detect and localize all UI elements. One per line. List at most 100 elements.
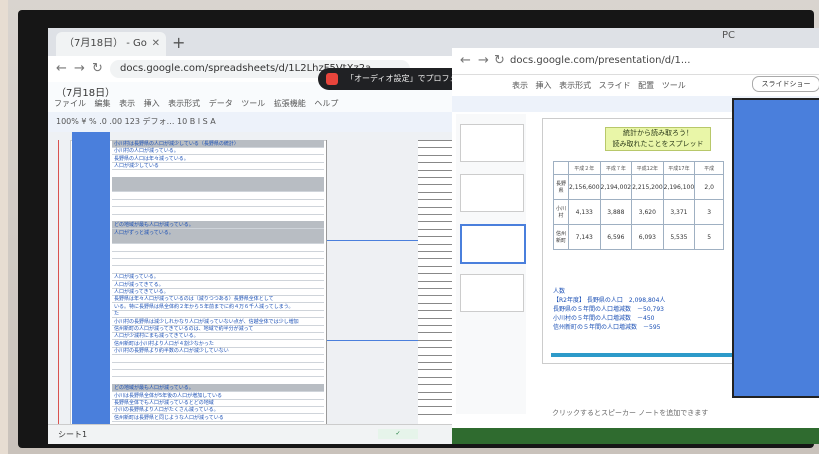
menu-bar[interactable]: ファイル 編集 表示 挿入 表示形式 データ ツール 拡張機能 ヘルプ [54, 98, 338, 109]
table-cell: 3,371 [662, 199, 696, 225]
grid-line [418, 332, 452, 334]
right-url-field[interactable]: docs.google.com/presentation/d/1... [510, 52, 810, 70]
grid-line [418, 317, 452, 319]
slide-thumbnail[interactable] [460, 274, 524, 312]
row-label: 信州新町 [553, 224, 569, 250]
slide-notes: 人数 【R2年度】 長野県の人口 2,098,804人 長野県の５年間の人口増減… [553, 287, 743, 332]
table-cell: 5,535 [662, 224, 696, 250]
table-cell: 2,215,200 [631, 174, 664, 200]
close-icon[interactable]: ✕ [152, 32, 160, 56]
video-redaction-block [732, 98, 819, 398]
table-cell: 4,133 [568, 199, 601, 225]
grid-line [418, 362, 452, 363]
grid-line [418, 280, 452, 282]
table-header-cell: 平成 [694, 161, 725, 175]
grid-line [418, 206, 452, 208]
note-line: 信州新町の５年間の人口増減数 －595 [553, 324, 661, 331]
slide-thumbnail[interactable] [460, 124, 524, 162]
grid-line [418, 221, 452, 223]
column-b [326, 140, 420, 424]
table-cell: 2,196,100 [662, 174, 696, 200]
grid-line [418, 228, 452, 230]
grid-line [418, 177, 452, 178]
grid-line [418, 236, 452, 238]
slide-title-line1: 統計から読み取ろう！ [623, 129, 693, 137]
browser-tab[interactable]: （7月18日） - Go ✕ [56, 32, 166, 56]
explore-button[interactable]: ✓ [378, 429, 418, 439]
table-header-cell [553, 161, 569, 175]
table-row: 小川村 4,133 3,888 3,620 3,371 3 [553, 199, 725, 225]
row-label: 長野県 [553, 174, 569, 200]
monitor-bezel: （7月18日） - Go ✕ + ← → ↻ docs.google.com/s… [18, 10, 819, 448]
note-line: 【R2年度】 長野県の人口 2,098,804人 [553, 297, 666, 304]
note-line: 人数 [553, 288, 566, 295]
grid-line [418, 310, 452, 312]
grid-line [418, 347, 452, 349]
back-icon[interactable]: ← [460, 53, 471, 68]
formatting-toolbar[interactable]: 100% ¥ % .0 .00 123 デフォ… 10 B I S A [48, 112, 452, 132]
tab-title: （7月18日） - Go [64, 38, 147, 49]
sheet-tab[interactable]: シート1 [58, 429, 87, 440]
spreadsheet-cell[interactable]: 信州新町は長野県と同じような人口が減っている [112, 414, 324, 422]
column-a: 小川村は長野県の人口が減少している（長野県の統計） 小川村の人口が減っている。 長野… [112, 140, 324, 424]
slideshow-button[interactable]: スライドショー [752, 76, 819, 92]
table-cell: 3,888 [599, 199, 633, 225]
spreadsheet-window: （7月18日） - Go ✕ + ← → ↻ docs.google.com/s… [48, 28, 452, 444]
grid-line [418, 243, 452, 245]
table-header-cell: 平成７年 [599, 161, 633, 175]
forward-icon[interactable]: → [478, 53, 489, 68]
reload-icon[interactable]: ↻ [494, 53, 505, 68]
back-icon[interactable]: ← [56, 61, 67, 76]
divider [327, 240, 419, 241]
grid-line [418, 214, 452, 215]
slide-thumbnail-selected[interactable] [460, 224, 526, 264]
wall-edge [0, 0, 8, 454]
grid-line [418, 154, 452, 156]
slide-canvas[interactable]: 統計から読み取ろう！ 読み取れたことをスプレッド 平成２年 平成７年 平成12年… [542, 118, 752, 364]
table-cell: 6,596 [599, 224, 633, 250]
right-address-bar: ← → ↻ docs.google.com/presentation/d/1..… [452, 48, 819, 75]
grid-line [418, 413, 452, 415]
pc-badge: PC [722, 30, 736, 41]
table-cell: 5 [694, 224, 725, 250]
grid-line [418, 295, 452, 297]
grid-line [418, 354, 452, 356]
new-tab-icon[interactable]: + [172, 33, 185, 52]
divider [327, 340, 419, 341]
table-row: 長野県 2,156,600 2,194,002 2,215,200 2,196,… [553, 174, 725, 200]
table-cell: 6,093 [631, 224, 664, 250]
spreadsheet-grid: 小川村は長野県の人口が減少している（長野県の統計） 小川村の人口が減っている。 長野… [48, 132, 452, 426]
grid-line [418, 265, 452, 267]
slide-thumbnail[interactable] [460, 174, 524, 212]
table-row: 信州新町 7,143 6,596 6,093 5,535 5 [553, 224, 725, 250]
speaker-notes-hint[interactable]: クリックするとスピーカー ノートを追加できます [552, 408, 708, 418]
forward-icon[interactable]: → [74, 61, 85, 76]
grid-line [418, 140, 452, 141]
grid-line [418, 162, 452, 164]
grid-line [418, 199, 452, 201]
screen: （7月18日） - Go ✕ + ← → ↻ docs.google.com/s… [48, 28, 819, 444]
table-header-cell: 平成17年 [662, 161, 696, 175]
row-label: 小川村 [553, 199, 569, 225]
slide-title: 統計から読み取ろう！ 読み取れたことをスプレッド [605, 127, 711, 151]
column-c [418, 140, 452, 424]
row-header [48, 140, 71, 424]
grid-line [418, 391, 452, 393]
note-line: 長野県の５年間の人口増減数 －50,793 [553, 306, 664, 313]
grid-line [418, 369, 452, 371]
reload-icon[interactable]: ↻ [92, 61, 103, 76]
table-cell: 2,0 [694, 174, 725, 200]
slide-title-line2: 読み取れたことをスプレッド [612, 140, 704, 148]
slide-thumbnails [456, 114, 526, 414]
grid-line [418, 184, 452, 186]
slides-menu-bar[interactable]: 表示 挿入 表示形式 スライド 配置 ツール [512, 80, 686, 91]
audio-icon [326, 73, 338, 85]
table-cell: 2,194,002 [599, 174, 633, 200]
clock-text: 午前 [728, 410, 753, 424]
document-title[interactable]: （7月18日） [56, 84, 115, 99]
table-cell: 3,620 [631, 199, 664, 225]
grid-line [418, 288, 452, 289]
grid-line [418, 325, 452, 326]
table-cell: 2,156,600 [568, 174, 601, 200]
sheet-tabs-bar: シート1 ✓ [48, 424, 452, 444]
